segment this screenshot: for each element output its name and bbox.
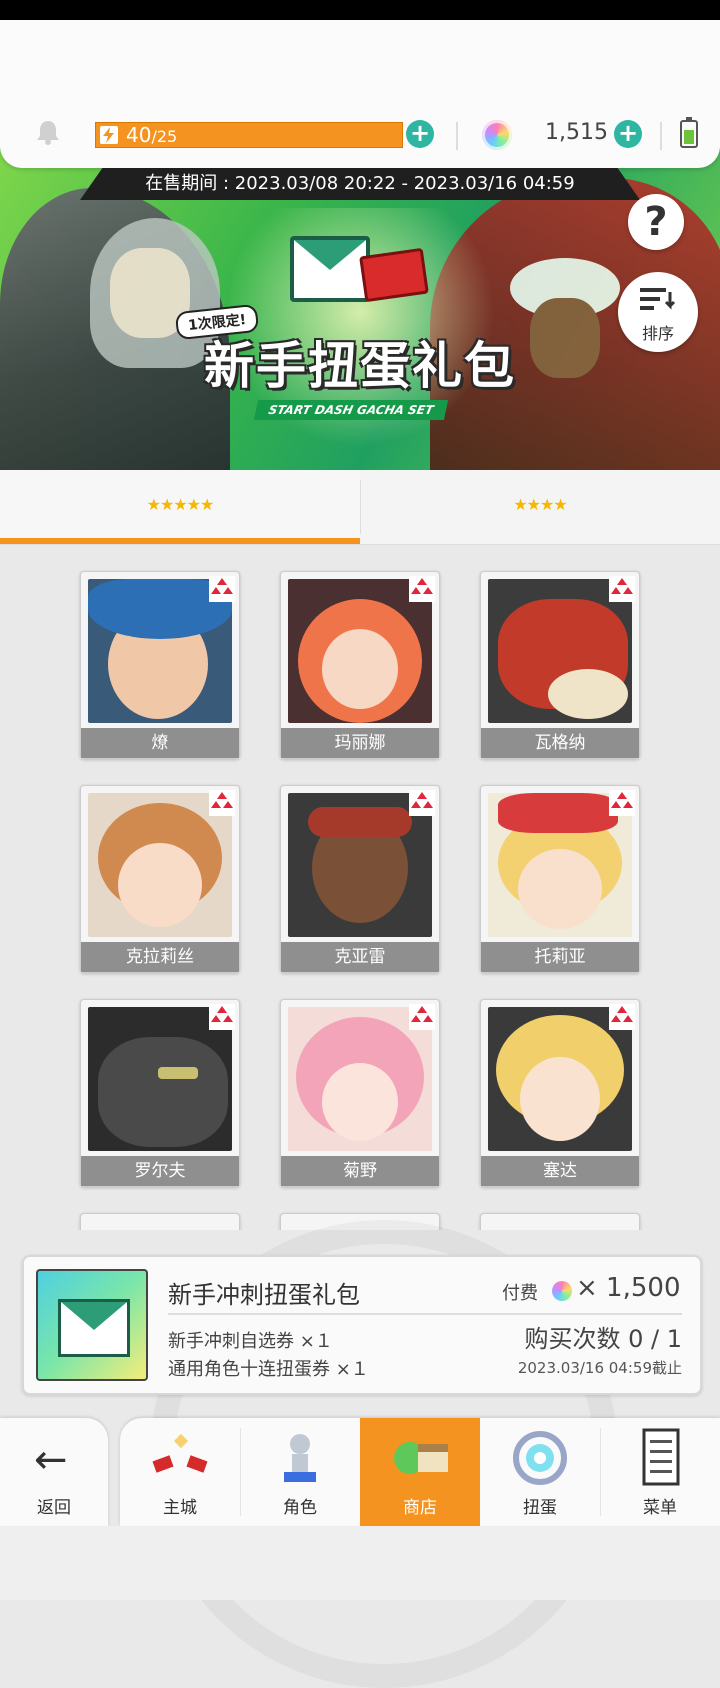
banner-subtitle: START DASH GACHA SET <box>253 400 449 420</box>
deadline: 2023.03/16 04:59截止 <box>517 1359 682 1377</box>
nav-item-home[interactable]: 主城 <box>120 1418 240 1526</box>
fire-element-icon <box>609 576 635 602</box>
sort-icon <box>640 288 676 310</box>
pack-item: 新手冲刺自选券 ×１ <box>168 1331 333 1352</box>
gacha-icon <box>513 1431 567 1485</box>
fire-element-icon <box>209 790 235 816</box>
battery-icon <box>680 117 698 148</box>
gem-count: 1,515 <box>545 120 608 145</box>
character-name: 罗尔夫 <box>81 1156 239 1186</box>
character-card[interactable]: ★★★★★ 瓦格纳 <box>480 571 640 759</box>
rarity-tabs: ★★★★★ ★★★★ <box>0 470 720 545</box>
character-card[interactable]: ★★★★★ 菊野 <box>280 999 440 1187</box>
nav-label: 商店 <box>403 1498 437 1518</box>
character-card[interactable]: ★★★★★ 托莉亚 <box>480 785 640 973</box>
character-card[interactable]: ★★★★★ 燎 <box>80 571 240 759</box>
castle-icon <box>152 1433 208 1473</box>
character-name: 瓦格纳 <box>481 728 639 758</box>
sort-label: 排序 <box>641 324 674 343</box>
nav-label: 主城 <box>163 1498 197 1518</box>
character-card[interactable]: ★★★★★ 罗尔夫 <box>80 999 240 1187</box>
pack-item: 通用角色十连扭蛋券 ×１ <box>168 1359 369 1380</box>
nav-label: 角色 <box>283 1498 317 1518</box>
back-arrow-icon: ← <box>34 1437 68 1483</box>
back-button[interactable]: ← 返回 <box>0 1418 108 1526</box>
fire-element-icon <box>409 790 435 816</box>
nav-item-gacha[interactable]: 扭蛋 <box>480 1418 600 1526</box>
price-value: × 1,500 <box>576 1273 681 1303</box>
add-stamina-button[interactable]: + <box>406 120 434 148</box>
system-nav-area <box>0 1526 720 1600</box>
character-name: 克亚雷 <box>281 942 439 972</box>
pack-info-panel: 新手冲刺扭蛋礼包 新手冲刺自选券 ×１ 通用角色十连扭蛋券 ×１ 付费 × 1,… <box>22 1255 702 1395</box>
fire-element-icon <box>609 1004 635 1030</box>
character-card-partial[interactable] <box>80 1213 240 1230</box>
price-label: 付费 <box>502 1283 538 1304</box>
character-name: 托莉亚 <box>481 942 639 972</box>
nav-item-characters[interactable]: 角色 <box>240 1418 360 1526</box>
fire-element-icon <box>209 1004 235 1030</box>
shop-icon <box>394 1442 448 1474</box>
nav-label: 菜单 <box>643 1498 677 1518</box>
banner-title: 新手扭蛋礼包 <box>204 337 516 395</box>
fire-element-icon <box>409 1004 435 1030</box>
nav-item-shop[interactable]: 商店 <box>360 1418 480 1526</box>
tab-five-star[interactable]: ★★★★★ <box>0 470 360 544</box>
sort-button[interactable]: 排序 <box>618 272 698 352</box>
character-name: 菊野 <box>281 1156 439 1186</box>
help-button[interactable]: ? <box>628 194 684 250</box>
character-card[interactable]: ★★★★★ 克亚雷 <box>280 785 440 973</box>
stamina-max: /25 <box>151 127 178 146</box>
character-card[interactable]: ★★★★★ 克拉莉丝 <box>80 785 240 973</box>
lightning-icon <box>100 126 118 144</box>
gift-envelope-icon <box>290 236 370 302</box>
pack-name: 新手冲刺扭蛋礼包 <box>168 1281 360 1309</box>
character-name: 玛丽娜 <box>281 728 439 758</box>
fire-element-icon <box>409 576 435 602</box>
gem-icon <box>482 120 512 150</box>
purchase-count: 购买次数 0 / 1 <box>524 1325 682 1353</box>
character-card[interactable]: ★★★★★ 塞达 <box>480 999 640 1187</box>
back-label: 返回 <box>37 1498 71 1518</box>
bell-icon[interactable] <box>34 118 62 146</box>
sale-period: 在售期间 : 2023.03/08 20:22 - 2023.03/16 04:… <box>80 168 640 200</box>
stamina-current: 40 <box>126 123 152 147</box>
character-name: 燎 <box>81 728 239 758</box>
stamina-bar: 40/25 <box>95 122 403 148</box>
character-name: 克拉莉丝 <box>81 942 239 972</box>
status-bar <box>0 0 720 20</box>
nav-tabs: 主城 角色 商店 扭蛋 菜单 <box>120 1418 720 1526</box>
nav-item-menu[interactable]: 菜单 <box>600 1418 720 1526</box>
fire-element-icon <box>209 576 235 602</box>
resource-bar: 40/25 + 1,515 + <box>0 20 720 168</box>
divider <box>660 122 662 150</box>
menu-icon <box>642 1428 680 1486</box>
gem-icon <box>552 1281 572 1301</box>
fire-element-icon <box>609 790 635 816</box>
add-gem-button[interactable]: + <box>614 120 642 148</box>
ticket-icon <box>359 247 429 303</box>
character-grid: ★★★★★ 燎 ★★★★★ 玛丽娜 ★★★★★ 瓦格纳 ★★★★★ 克拉莉丝 <box>0 545 720 1230</box>
pack-icon <box>36 1269 148 1381</box>
tab-four-star[interactable]: ★★★★ <box>360 470 720 544</box>
nav-label: 扭蛋 <box>523 1498 557 1518</box>
bottom-navigation: ← 返回 主城 角色 商店 扭蛋 菜单 <box>0 1418 720 1526</box>
character-card-partial[interactable] <box>480 1213 640 1230</box>
character-card[interactable]: ★★★★★ 玛丽娜 <box>280 571 440 759</box>
character-name: 塞达 <box>481 1156 639 1186</box>
divider <box>456 122 458 150</box>
character-icon <box>284 1434 316 1482</box>
